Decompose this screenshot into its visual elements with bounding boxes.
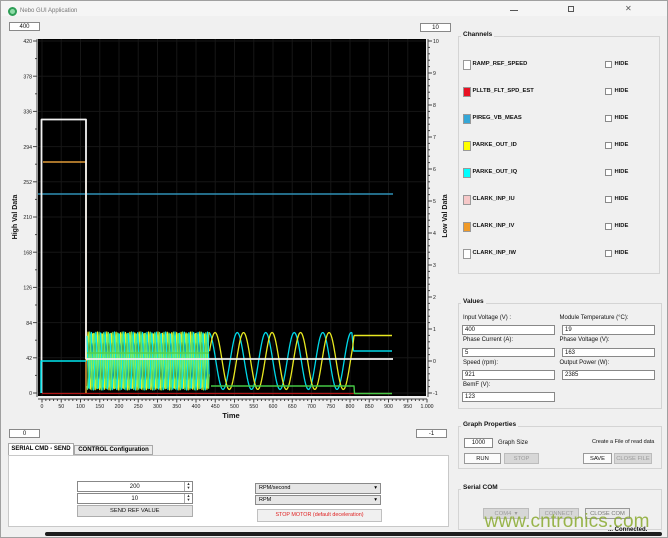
svg-text:350: 350 (172, 404, 181, 410)
svg-text:800: 800 (346, 404, 355, 410)
svg-text:1: 1 (433, 327, 436, 333)
svg-text:9: 9 (433, 71, 436, 77)
svg-text:Time: Time (222, 411, 239, 420)
svg-text:210: 210 (23, 215, 32, 221)
svg-text:600: 600 (269, 404, 278, 410)
svg-text:294: 294 (23, 145, 32, 151)
svg-text:Low Val Data: Low Val Data (442, 194, 449, 237)
svg-text:300: 300 (153, 404, 162, 410)
svg-text:84: 84 (26, 321, 32, 327)
svg-text:700: 700 (307, 404, 316, 410)
svg-text:6: 6 (433, 167, 436, 173)
svg-text:200: 200 (115, 404, 124, 410)
svg-text:0: 0 (433, 359, 436, 365)
svg-text:420: 420 (23, 39, 32, 45)
svg-text:250: 250 (134, 404, 143, 410)
svg-text:500: 500 (230, 404, 239, 410)
svg-text:2: 2 (433, 295, 436, 301)
svg-text:7: 7 (433, 135, 436, 141)
svg-text:168: 168 (23, 250, 32, 256)
svg-text:50: 50 (58, 404, 64, 410)
svg-text:High Val Data: High Val Data (12, 195, 19, 240)
svg-text:950: 950 (403, 404, 412, 410)
svg-text:750: 750 (326, 404, 335, 410)
svg-text:378: 378 (23, 74, 32, 80)
svg-text:3: 3 (433, 263, 436, 269)
svg-text:1.000: 1.000 (421, 404, 434, 410)
svg-text:450: 450 (211, 404, 220, 410)
svg-text:8: 8 (433, 103, 436, 109)
svg-text:0: 0 (41, 404, 44, 410)
svg-text:900: 900 (384, 404, 393, 410)
svg-text:100: 100 (76, 404, 85, 410)
svg-text:0: 0 (29, 391, 32, 397)
svg-text:4: 4 (433, 231, 436, 237)
svg-text:5: 5 (433, 199, 436, 205)
svg-text:850: 850 (365, 404, 374, 410)
svg-text:550: 550 (249, 404, 258, 410)
svg-text:-1: -1 (433, 391, 438, 397)
svg-text:400: 400 (192, 404, 201, 410)
svg-text:150: 150 (95, 404, 104, 410)
svg-text:126: 126 (23, 286, 32, 292)
svg-text:336: 336 (23, 110, 32, 116)
svg-text:10: 10 (433, 39, 439, 45)
svg-text:42: 42 (26, 356, 32, 362)
svg-text:650: 650 (288, 404, 297, 410)
svg-text:252: 252 (23, 180, 32, 186)
